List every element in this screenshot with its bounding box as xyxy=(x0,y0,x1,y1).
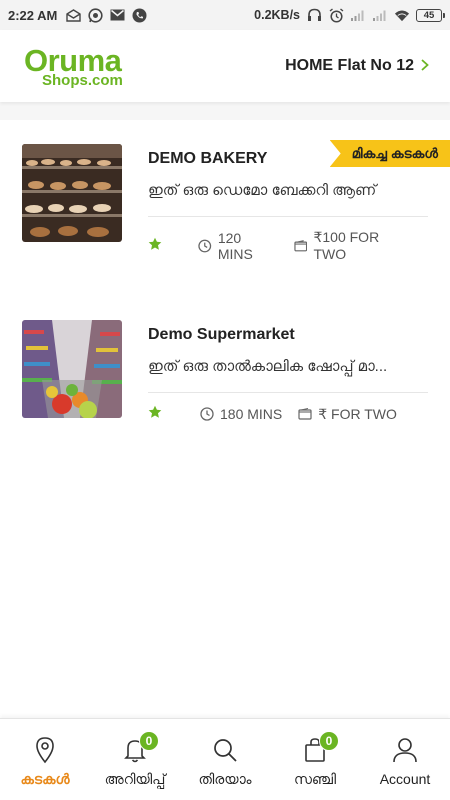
wallet-icon xyxy=(298,407,312,420)
chevron-right-icon xyxy=(420,56,430,77)
nav-search[interactable]: തിരയാം xyxy=(180,719,270,800)
wallet-icon xyxy=(294,239,308,251)
whatsapp-icon xyxy=(87,7,103,23)
nav-account[interactable]: Account xyxy=(360,719,450,800)
clock-icon xyxy=(200,407,214,421)
status-right: 0.2KB/s 45 xyxy=(254,7,445,23)
shop-card[interactable]: Demo Supermarket ഇത് ഒരു താൽകാലിക ഷോപ്പ്… xyxy=(0,320,450,423)
shop-divider xyxy=(148,392,428,393)
nav-label: Account xyxy=(379,771,431,787)
logo-top-text: Oruma xyxy=(24,42,122,78)
notification-icons xyxy=(65,7,147,23)
shop-card[interactable]: DEMO BAKERY മികച്ച കടകൾ ഇത് ഒരു ഡെമോ ബേക… xyxy=(0,140,450,262)
location-selector[interactable]: HOME Flat No 12 xyxy=(285,56,430,77)
star-icon xyxy=(148,237,198,255)
signal-icon xyxy=(350,7,366,23)
star-icon xyxy=(148,405,200,423)
shop-list: DEMO BAKERY മികച്ച കടകൾ ഇത് ഒരു ഡെമോ ബേക… xyxy=(0,120,450,423)
nav-shops[interactable]: കടകൾ xyxy=(0,719,90,800)
price-text: ₹ FOR TWO xyxy=(318,405,397,422)
price-for-two: ₹100 FOR TWO xyxy=(294,229,412,262)
shop-name: Demo Supermarket xyxy=(148,326,295,343)
shop-name: DEMO BAKERY xyxy=(148,150,268,167)
nav-label: സഞ്ചി xyxy=(293,771,337,787)
delivery-time-text: 120 MINS xyxy=(217,229,253,262)
headphones-icon xyxy=(306,7,322,23)
nav-cart[interactable]: 0 സഞ്ചി xyxy=(270,719,360,800)
shop-details: Demo Supermarket ഇത് ഒരു താൽകാലിക ഷോപ്പ്… xyxy=(148,320,428,423)
location-pin-icon xyxy=(36,737,54,764)
delivery-time-text: 180 MINS xyxy=(220,406,283,422)
nav-label: കടകൾ xyxy=(20,771,70,787)
user-icon xyxy=(393,738,417,763)
clock-icon xyxy=(198,239,212,252)
mail-outline-icon xyxy=(65,7,81,23)
shop-title-row: DEMO BAKERY മികച്ച കടകൾ xyxy=(148,140,450,174)
logo[interactable]: Oruma Shops.com xyxy=(24,45,123,88)
price-for-two: ₹ FOR TWO xyxy=(298,406,397,423)
header-divider xyxy=(0,102,450,120)
cart-count-badge: 0 xyxy=(319,731,339,751)
status-time: 2:22 AM xyxy=(8,7,58,23)
network-speed: 0.2KB/s xyxy=(254,8,300,22)
shop-divider xyxy=(148,216,428,217)
search-icon xyxy=(214,739,237,762)
shop-meta: 180 MINS ₹ FOR TWO xyxy=(148,405,428,423)
shop-description: ഇത് ഒരു ഡെമോ ബേക്കറി ആണ് xyxy=(148,182,377,199)
shop-meta: 120 MINS ₹100 FOR TWO xyxy=(148,229,428,262)
shop-description: ഇത് ഒരു താൽകാലിക ഷോപ്പ് മാ... xyxy=(148,358,388,375)
wifi-icon xyxy=(394,7,410,23)
location-label: HOME Flat No 12 xyxy=(285,57,414,74)
nav-label: തിരയാം xyxy=(198,771,252,787)
shop-image-bakery xyxy=(22,144,122,242)
bottom-nav: കടകൾ 0 അറിയിപ്പ് തിരയാം 0 സഞ്ചി Account xyxy=(0,718,450,800)
shop-image-supermarket xyxy=(22,320,122,418)
alarm-icon xyxy=(328,7,344,23)
signal-icon xyxy=(372,7,388,23)
battery-icon: 45 xyxy=(416,8,445,22)
delivery-time: 120 MINS xyxy=(198,230,278,262)
app-header: Oruma Shops.com HOME Flat No 12 xyxy=(0,30,450,102)
gmail-icon xyxy=(109,7,125,23)
status-bar: 2:22 AM 0.2KB/s 45 xyxy=(0,0,450,30)
nav-label: അറിയിപ്പ് xyxy=(104,771,166,787)
shop-details: DEMO BAKERY മികച്ച കടകൾ ഇത് ഒരു ഡെമോ ബേക… xyxy=(148,140,450,262)
phone-icon xyxy=(131,7,147,23)
app-screen: 2:22 AM 0.2KB/s 45 Oruma Shops.com HOME … xyxy=(0,0,450,800)
shop-title-row: Demo Supermarket xyxy=(148,320,428,350)
price-text: ₹100 FOR TWO xyxy=(313,229,380,262)
delivery-time: 180 MINS xyxy=(200,406,282,422)
notification-count-badge: 0 xyxy=(139,731,159,751)
top-shop-badge: മികച്ച കടകൾ xyxy=(329,140,450,167)
nav-notifications[interactable]: 0 അറിയിപ്പ് xyxy=(90,719,180,800)
